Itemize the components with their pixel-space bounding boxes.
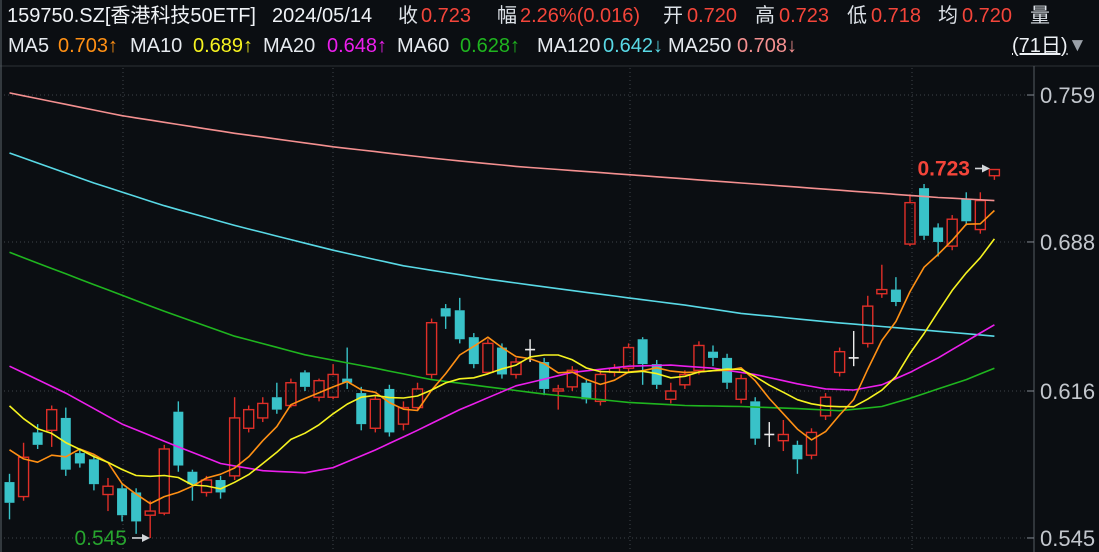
- y-axis-label: 0.759: [1040, 83, 1095, 108]
- chart-frame: [0, 0, 1099, 552]
- arrow-right-icon: [142, 533, 150, 542]
- y-axis-label: 0.688: [1040, 230, 1095, 255]
- price-annotation-0.723: 0.723: [917, 157, 970, 180]
- price-annotation-0.545: 0.545: [74, 527, 127, 550]
- y-axis-label: 0.616: [1040, 379, 1095, 404]
- y-axis-labels: 0.759 0.688 0.616 0.545: [1040, 83, 1095, 551]
- candles-layer: [4, 168, 1001, 538]
- stock-chart-app: 159750.SZ[香港科技50ETF] 2024/05/14 收 0.723 …: [0, 0, 1099, 552]
- candlestick-chart[interactable]: 0.723 0.545 0.759 0.688 0.616 0.545: [0, 0, 1099, 552]
- ma-line-ma250: [9, 92, 995, 202]
- ma-line-ma60: [9, 251, 995, 412]
- ma-lines: [8, 92, 996, 505]
- y-axis-label: 0.545: [1040, 526, 1095, 551]
